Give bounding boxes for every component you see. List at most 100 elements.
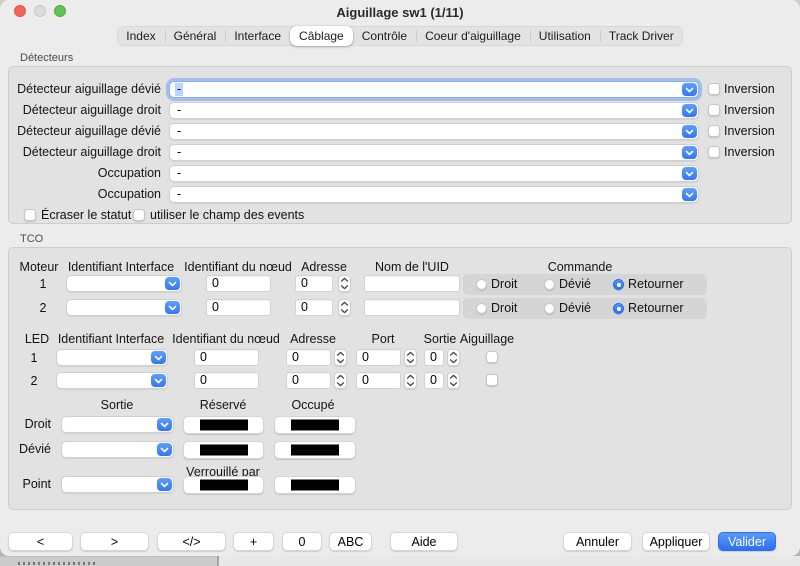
combobox-value: - xyxy=(175,83,183,96)
moteur-adresse-field[interactable]: 0 xyxy=(295,299,333,316)
occupation-combobox[interactable]: - xyxy=(169,165,699,182)
detector-row: Détecteur aiguillage dévié - Inversion xyxy=(9,81,791,98)
led-adresse-stepper[interactable] xyxy=(334,372,347,389)
background-window-right xyxy=(219,556,800,566)
chevron-down-icon[interactable] xyxy=(682,83,697,96)
radio-devie[interactable]: Dévié xyxy=(544,274,606,295)
annuler-button[interactable]: Annuler xyxy=(563,532,632,551)
occupe-point-indicator[interactable] xyxy=(274,476,356,494)
detector-combobox[interactable]: - xyxy=(169,102,699,119)
chevron-down-icon[interactable] xyxy=(157,443,172,456)
inversion-checkbox[interactable] xyxy=(708,146,720,158)
valider-button[interactable]: Valider xyxy=(718,532,776,551)
detector-combobox[interactable]: - xyxy=(169,123,699,140)
detector-combobox[interactable]: - xyxy=(169,144,699,161)
tab-coeur-aiguillage[interactable]: Coeur d'aiguillage xyxy=(416,26,530,46)
detector-row: Détecteur aiguillage droit - Inversion xyxy=(9,102,791,119)
moteur-uid-field[interactable] xyxy=(364,299,460,316)
prev-button[interactable]: < xyxy=(8,532,73,551)
detector-combobox[interactable]: - xyxy=(169,81,699,98)
chevron-down-icon[interactable] xyxy=(165,277,180,290)
occupe-droit-indicator[interactable] xyxy=(274,416,356,434)
zero-button[interactable]: 0 xyxy=(282,532,322,551)
led-noeud-field[interactable]: 0 xyxy=(194,372,259,389)
tab-general[interactable]: Général xyxy=(165,26,226,46)
reserve-droit-indicator[interactable] xyxy=(183,416,264,434)
chevron-down-icon[interactable] xyxy=(165,301,180,314)
inversion-checkbox[interactable] xyxy=(708,125,720,137)
code-button[interactable]: </> xyxy=(157,532,226,551)
verrouille-point-indicator[interactable] xyxy=(183,476,264,494)
led-sortie-field[interactable]: 0 xyxy=(424,372,444,389)
led-port-stepper[interactable] xyxy=(404,372,417,389)
chevron-down-icon[interactable] xyxy=(151,374,166,387)
inversion-checkbox[interactable] xyxy=(708,104,720,116)
sortie-droit-combobox[interactable] xyxy=(61,416,174,433)
chevron-down-icon[interactable] xyxy=(682,188,697,201)
moteur-adresse-stepper[interactable] xyxy=(338,275,351,292)
moteur-noeud-field[interactable]: 0 xyxy=(206,299,271,316)
sortie-point-combobox[interactable] xyxy=(61,476,174,493)
add-button[interactable]: + xyxy=(233,532,274,551)
moteur-interface-combobox[interactable] xyxy=(66,275,182,292)
stepper-arrows-icon xyxy=(340,277,349,290)
led-row-number: 1 xyxy=(31,351,38,365)
led-sortie-stepper[interactable] xyxy=(447,349,460,366)
moteur-noeud-field[interactable]: 0 xyxy=(206,275,271,292)
led-adresse-field[interactable]: 0 xyxy=(286,349,331,366)
chevron-down-icon[interactable] xyxy=(682,167,697,180)
led-interface-combobox[interactable] xyxy=(56,349,168,366)
tab-cablage[interactable]: Câblage xyxy=(290,26,353,46)
tab-track-driver[interactable]: Track Driver xyxy=(600,26,683,46)
inversion-label: Inversion xyxy=(724,144,775,160)
moteur-adresse-stepper[interactable] xyxy=(338,299,351,316)
led-noeud-field[interactable]: 0 xyxy=(194,349,259,366)
led-port-stepper[interactable] xyxy=(404,349,417,366)
led-adresse-stepper[interactable] xyxy=(334,349,347,366)
aide-button[interactable]: Aide xyxy=(390,532,458,551)
moteur-interface-combobox[interactable] xyxy=(66,299,182,316)
occupe-devie-indicator[interactable] xyxy=(274,441,356,459)
appliquer-button[interactable]: Appliquer xyxy=(642,532,710,551)
black-bar xyxy=(200,420,248,431)
radio-retourner[interactable]: Retourner xyxy=(613,274,703,295)
ecraser-le-statut-checkbox[interactable] xyxy=(24,209,36,221)
led-port-field[interactable]: 0 xyxy=(356,372,401,389)
detector-row-label: Détecteur aiguillage droit xyxy=(23,144,161,161)
reserve-devie-indicator[interactable] xyxy=(183,441,264,459)
moteur-adresse-field[interactable]: 0 xyxy=(295,275,333,292)
chevron-down-icon[interactable] xyxy=(682,104,697,117)
radio-droit[interactable]: Droit xyxy=(476,274,536,295)
abc-button[interactable]: ABC xyxy=(329,532,372,551)
chevron-down-icon[interactable] xyxy=(157,478,172,491)
sortie-devie-combobox[interactable] xyxy=(61,441,174,458)
occupation-combobox[interactable]: - xyxy=(169,186,699,203)
led-interface-combobox[interactable] xyxy=(56,372,168,389)
inversion-checkbox[interactable] xyxy=(708,83,720,95)
tab-utilisation[interactable]: Utilisation xyxy=(530,26,600,46)
led-interface-header: Identifiant Interface xyxy=(58,332,164,346)
moteur-uid-field[interactable] xyxy=(364,275,460,292)
radio-droit[interactable]: Droit xyxy=(476,298,536,319)
tab-controle[interactable]: Contrôle xyxy=(353,26,416,46)
occupation-row: Occupation - xyxy=(9,165,791,182)
chevron-down-icon[interactable] xyxy=(157,418,172,431)
utiliser-champ-events-checkbox[interactable] xyxy=(133,209,145,221)
radio-devie[interactable]: Dévié xyxy=(544,298,606,319)
led-aiguillage-checkbox[interactable] xyxy=(486,351,498,363)
led-sortie-field[interactable]: 0 xyxy=(424,349,444,366)
led-sortie-stepper[interactable] xyxy=(447,372,460,389)
led-port-field[interactable]: 0 xyxy=(356,349,401,366)
radio-retourner[interactable]: Retourner xyxy=(613,298,703,319)
tab-index[interactable]: Index xyxy=(117,26,164,46)
chevron-down-icon[interactable] xyxy=(151,351,166,364)
window-title: Aiguillage sw1 (1/11) xyxy=(0,5,800,20)
detector-row-label: Détecteur aiguillage dévié xyxy=(17,123,161,140)
next-button[interactable]: > xyxy=(80,532,149,551)
black-bar xyxy=(291,445,339,456)
led-adresse-field[interactable]: 0 xyxy=(286,372,331,389)
chevron-down-icon[interactable] xyxy=(682,146,697,159)
led-aiguillage-checkbox[interactable] xyxy=(486,374,498,386)
chevron-down-icon[interactable] xyxy=(682,125,697,138)
tab-interface[interactable]: Interface xyxy=(225,26,290,46)
